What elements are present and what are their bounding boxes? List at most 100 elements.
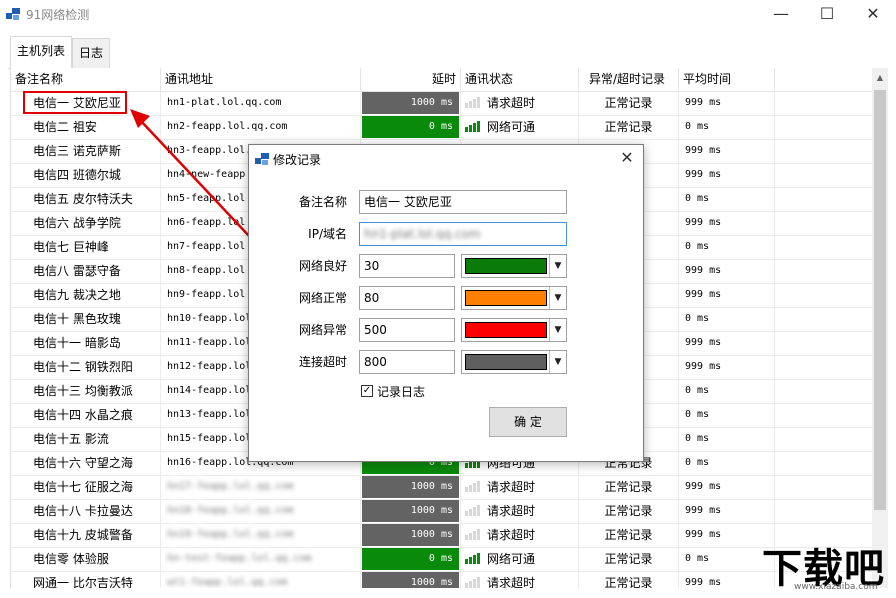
- delay-value: 1000 ms: [362, 572, 459, 588]
- record-cell: 正常记录: [579, 523, 679, 547]
- avg-time-cell: 999 ms: [679, 331, 775, 355]
- delay-value: 1000 ms: [362, 92, 459, 114]
- chevron-down-icon[interactable]: ▼: [549, 319, 566, 341]
- host-address-text: hn2-feapp.lol.qq.com: [167, 121, 287, 132]
- ok-button[interactable]: 确 定: [489, 407, 567, 437]
- log-checkbox-label[interactable]: 记录日志: [377, 383, 425, 400]
- abnormal-color-select[interactable]: ▼: [461, 318, 567, 342]
- host-name: 电信十八 卡拉曼达: [11, 499, 161, 523]
- status-cell: 请求超时: [461, 499, 579, 523]
- host-address: hn-test-feapp.lol.qq.com: [161, 547, 361, 571]
- table-row[interactable]: 电信零 体验服hn-test-feapp.lol.qq.com0 ms网络可通正…: [11, 547, 873, 572]
- signal-bars-icon: [465, 96, 483, 108]
- minimize-button[interactable]: —: [758, 0, 804, 30]
- timeout-color-select[interactable]: ▼: [461, 350, 567, 374]
- record-cell: 正常记录: [579, 115, 679, 139]
- tab-host-list[interactable]: 主机列表: [10, 36, 72, 69]
- delay-value: 1000 ms: [362, 476, 459, 498]
- tab-log[interactable]: 日志: [72, 38, 110, 68]
- avg-time-cell: 0 ms: [679, 451, 775, 475]
- log-checkbox[interactable]: ✓: [361, 385, 373, 397]
- chevron-down-icon[interactable]: ▼: [549, 351, 566, 373]
- col-name-header[interactable]: 备注名称: [11, 68, 161, 91]
- timeout-threshold-field[interactable]: 800: [359, 350, 455, 374]
- host-name: 电信十九 皮城警备: [11, 523, 161, 547]
- host-address-text: hn8-feapp.lol: [167, 265, 245, 276]
- normal-color-select[interactable]: ▼: [461, 286, 567, 310]
- signal-bars-icon: [465, 576, 483, 588]
- status-text: 请求超时: [487, 528, 535, 542]
- scroll-up-icon[interactable]: ▲: [872, 70, 888, 86]
- good-color-select[interactable]: ▼: [461, 254, 567, 278]
- delay-cell: 1000 ms: [361, 475, 461, 499]
- timeout-color-swatch: [465, 354, 547, 370]
- signal-bars-icon: [465, 480, 483, 492]
- table-row[interactable]: 电信十七 征服之海hn17-feapp.lol.qq.com1000 ms 请求超…: [11, 475, 873, 500]
- status-text: 请求超时: [487, 480, 535, 494]
- avg-time-cell: 999 ms: [679, 211, 775, 235]
- host-address-text: hn11-feapp.lol: [167, 337, 251, 348]
- col-addr-header[interactable]: 通讯地址: [161, 68, 361, 91]
- record-cell: 正常记录: [579, 571, 679, 588]
- title-bar: 91网络检测 — ☐ ✕: [0, 0, 896, 30]
- delay-value: 1000 ms: [362, 524, 459, 546]
- avg-time-cell: 999 ms: [679, 259, 775, 283]
- host-address-text: hn-test-feapp.lol.qq.com: [167, 553, 312, 564]
- status-cell: 请求超时: [461, 523, 579, 547]
- col-record-header[interactable]: 异常/超时记录: [579, 68, 679, 91]
- chevron-down-icon[interactable]: ▼: [549, 255, 566, 277]
- host-address: hn17-feapp.lol.qq.com: [161, 475, 361, 499]
- table-row[interactable]: 电信十九 皮城警备hn19-feapp.lol.qq.com1000 ms请求超…: [11, 523, 873, 548]
- signal-bars-icon: [465, 120, 483, 132]
- ip-label: IP/域名: [277, 223, 347, 245]
- record-cell: 正常记录: [579, 547, 679, 571]
- normal-threshold-field[interactable]: 80: [359, 286, 455, 310]
- chevron-down-icon[interactable]: ▼: [549, 287, 566, 309]
- host-address-text: hn12-feapp.lol: [167, 361, 251, 372]
- col-delay-header[interactable]: 延时: [361, 68, 461, 91]
- delay-cell: 1000 ms: [361, 499, 461, 523]
- close-button[interactable]: ✕: [850, 0, 896, 30]
- table-row[interactable]: 电信二 祖安hn2-feapp.lol.qq.com0 ms网络可通正常记录0 …: [11, 115, 873, 140]
- avg-time-cell: 0 ms: [679, 403, 775, 427]
- dialog-title-bar: 修改记录 ✕: [249, 145, 643, 173]
- host-name: 电信七 巨神峰: [11, 235, 161, 259]
- host-address-text: hn15-feapp.lol: [167, 433, 251, 444]
- vertical-scrollbar[interactable]: ▲: [872, 68, 888, 588]
- col-status-header[interactable]: 通讯状态: [461, 68, 579, 91]
- good-threshold-field[interactable]: 30: [359, 254, 455, 278]
- abnormal-threshold-field[interactable]: 500: [359, 318, 455, 342]
- name-label: 备注名称: [277, 191, 347, 213]
- abnormal-label: 网络异常: [277, 319, 347, 341]
- ip-field[interactable]: hn1-plat.lol.qq.com: [359, 222, 567, 246]
- avg-time-cell: 999 ms: [679, 355, 775, 379]
- host-name: 电信二 祖安: [11, 115, 161, 139]
- signal-bars-icon: [465, 504, 483, 516]
- avg-time-cell: 999 ms: [679, 283, 775, 307]
- table-row[interactable]: 电信一 艾欧尼亚hn1-plat.lol.qq.com1000 ms请求超时正常…: [11, 91, 873, 116]
- watermark-url: www.xiazaiba.com: [794, 582, 878, 592]
- delay-cell: 1000 ms: [361, 91, 461, 115]
- avg-time-cell: 999 ms: [679, 499, 775, 523]
- status-cell: 请求超时: [461, 475, 579, 499]
- table-row[interactable]: 网通一 比尔吉沃特wt1-feapp.lol.qq.com1000 ms请求超时…: [11, 571, 873, 588]
- col-avg-header[interactable]: 平均时间: [679, 68, 775, 91]
- edit-record-dialog: 修改记录 ✕ 备注名称 电信一 艾欧尼亚 IP/域名 hn1-plat.lol.…: [248, 144, 644, 462]
- host-name: 电信十三 均衡教派: [11, 379, 161, 403]
- avg-time-cell: 0 ms: [679, 307, 775, 331]
- host-address-text: hn13-feapp.lol: [167, 409, 251, 420]
- name-field[interactable]: 电信一 艾欧尼亚: [359, 190, 567, 214]
- maximize-button[interactable]: ☐: [804, 0, 850, 30]
- host-address: hn18-feapp.lol.qq.com: [161, 499, 361, 523]
- record-cell: 正常记录: [579, 91, 679, 115]
- normal-color-swatch: [465, 290, 547, 306]
- avg-time-cell: 0 ms: [679, 187, 775, 211]
- tab-strip: 主机列表 日志: [8, 36, 888, 69]
- dialog-title: 修改记录: [273, 151, 321, 168]
- table-row[interactable]: 电信十八 卡拉曼达hn18-feapp.lol.qq.com1000 ms请求超…: [11, 499, 873, 524]
- host-name: 电信十七 征服之海: [11, 475, 161, 499]
- scroll-thumb[interactable]: [874, 90, 886, 510]
- dialog-close-icon[interactable]: ✕: [617, 148, 637, 168]
- avg-time-cell: 0 ms: [679, 379, 775, 403]
- host-name: 电信十 黑色玫瑰: [11, 307, 161, 331]
